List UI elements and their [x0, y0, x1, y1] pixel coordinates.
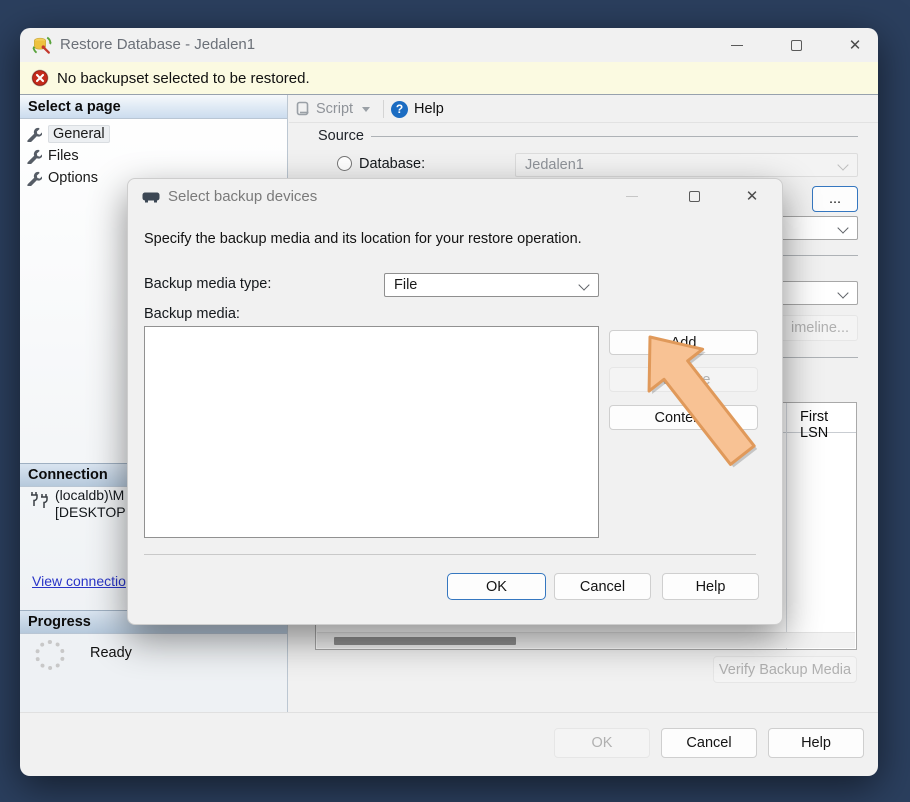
- dialog-title: Select backup devices: [168, 188, 317, 205]
- sidebar-item-files[interactable]: Files: [26, 145, 79, 166]
- help-button-footer[interactable]: Help: [768, 728, 864, 758]
- cancel-label: Cancel: [580, 579, 625, 595]
- dialog-separator: [144, 554, 756, 555]
- chevron-down-icon: [837, 287, 848, 298]
- scrollbar-thumb[interactable]: [334, 637, 516, 645]
- dialog-minimize-button[interactable]: [610, 179, 654, 213]
- help-label: Help: [414, 101, 444, 117]
- source-group-line: [371, 136, 858, 137]
- close-icon: ✕: [746, 189, 759, 204]
- dialog-cancel-button[interactable]: Cancel: [554, 573, 651, 600]
- toolbar: Script ? Help: [289, 95, 878, 123]
- verify-backup-media-button[interactable]: Verify Backup Media: [713, 656, 857, 683]
- verify-backup-media-label: Verify Backup Media: [719, 662, 851, 678]
- connection-user: [DESKTOP: [55, 504, 126, 521]
- chevron-down-icon: [837, 159, 848, 170]
- dialog-ok-button[interactable]: OK: [447, 573, 546, 600]
- help-label: Help: [801, 735, 831, 751]
- warning-bar: No backupset selected to be restored.: [20, 62, 878, 95]
- browse-button[interactable]: ...: [812, 186, 858, 212]
- remove-label: Remove: [657, 372, 711, 388]
- dialog-maximize-button[interactable]: [672, 179, 716, 213]
- plug-icon: [28, 491, 50, 511]
- progress-spinner-icon: [35, 640, 65, 670]
- add-label: Add: [671, 335, 697, 351]
- backup-media-label: Backup media:: [144, 306, 240, 322]
- warning-text: No backupset selected to be restored.: [57, 70, 310, 87]
- database-combobox[interactable]: Jedalen1: [515, 153, 858, 177]
- browse-label: ...: [829, 191, 841, 207]
- media-type-combobox[interactable]: File: [384, 273, 599, 297]
- timeline-button[interactable]: imeline...: [778, 315, 858, 341]
- backup-device-icon: [142, 191, 160, 203]
- sidebar-item-label: General: [48, 125, 110, 143]
- window-footer: OK Cancel Help: [20, 712, 878, 776]
- database-label: Database:: [359, 156, 425, 172]
- progress-status: Ready: [90, 645, 132, 661]
- ok-label: OK: [486, 579, 507, 595]
- wrench-icon: [26, 126, 42, 142]
- minimize-icon: [626, 196, 638, 197]
- window-titlebar: Restore Database - Jedalen1 ✕: [20, 28, 878, 62]
- minimize-button[interactable]: [714, 28, 760, 62]
- database-radio[interactable]: [337, 156, 352, 171]
- database-value: Jedalen1: [525, 157, 584, 173]
- chevron-down-icon: [362, 107, 370, 112]
- select-backup-devices-dialog: Select backup devices ✕ Specify the back…: [127, 178, 783, 625]
- cancel-button[interactable]: Cancel: [661, 728, 757, 758]
- window-title: Restore Database - Jedalen1: [60, 36, 255, 53]
- dialog-description: Specify the backup media and its locatio…: [144, 231, 582, 247]
- script-icon: [295, 101, 311, 117]
- source-group-label: Source: [318, 128, 364, 144]
- connection-server: (localdb)\M: [55, 487, 126, 504]
- sidebar-item-options[interactable]: Options: [26, 167, 98, 188]
- error-icon: [31, 69, 49, 87]
- chevron-down-icon: [578, 279, 589, 290]
- script-button[interactable]: Script: [295, 97, 370, 121]
- sidebar-item-label: Files: [48, 148, 79, 164]
- remove-button[interactable]: Remove: [609, 367, 758, 392]
- restore-database-icon: [32, 35, 52, 55]
- contents-label: Contents: [654, 410, 712, 426]
- ok-label: OK: [592, 735, 613, 751]
- first-lsn-column-header: First LSN: [800, 409, 856, 441]
- add-button[interactable]: Add: [609, 330, 758, 355]
- help-label: Help: [696, 579, 726, 595]
- close-button[interactable]: ✕: [832, 28, 878, 62]
- sidebar-item-general[interactable]: General: [26, 123, 110, 144]
- media-type-label: Backup media type:: [144, 276, 271, 292]
- help-button[interactable]: ? Help: [391, 97, 444, 121]
- ok-button[interactable]: OK: [554, 728, 650, 758]
- maximize-button[interactable]: [773, 28, 819, 62]
- maximize-icon: [689, 191, 700, 202]
- dialog-help-button[interactable]: Help: [662, 573, 759, 600]
- script-label: Script: [316, 101, 353, 117]
- select-a-page-header: Select a page: [20, 95, 287, 119]
- cancel-label: Cancel: [686, 735, 731, 751]
- timeline-label: imeline...: [791, 320, 849, 336]
- horizontal-scrollbar[interactable]: [317, 632, 855, 648]
- help-icon: ?: [391, 101, 408, 118]
- wrench-icon: [26, 148, 42, 164]
- minimize-icon: [731, 45, 743, 46]
- backup-media-listbox[interactable]: [144, 326, 599, 538]
- contents-button[interactable]: Contents: [609, 405, 758, 430]
- connection-info: (localdb)\M [DESKTOP: [55, 487, 126, 521]
- desktop-background: Restore Database - Jedalen1 ✕ No backups…: [0, 0, 910, 802]
- toolbar-divider: [383, 100, 384, 118]
- dialog-close-button[interactable]: ✕: [730, 179, 774, 213]
- view-connection-link[interactable]: View connectio: [32, 573, 126, 589]
- close-icon: ✕: [849, 38, 862, 53]
- wrench-icon: [26, 170, 42, 186]
- grid-column-divider: [786, 403, 787, 649]
- chevron-down-icon: [837, 222, 848, 233]
- media-type-value: File: [394, 277, 417, 293]
- maximize-icon: [791, 40, 802, 51]
- sidebar-item-label: Options: [48, 170, 98, 186]
